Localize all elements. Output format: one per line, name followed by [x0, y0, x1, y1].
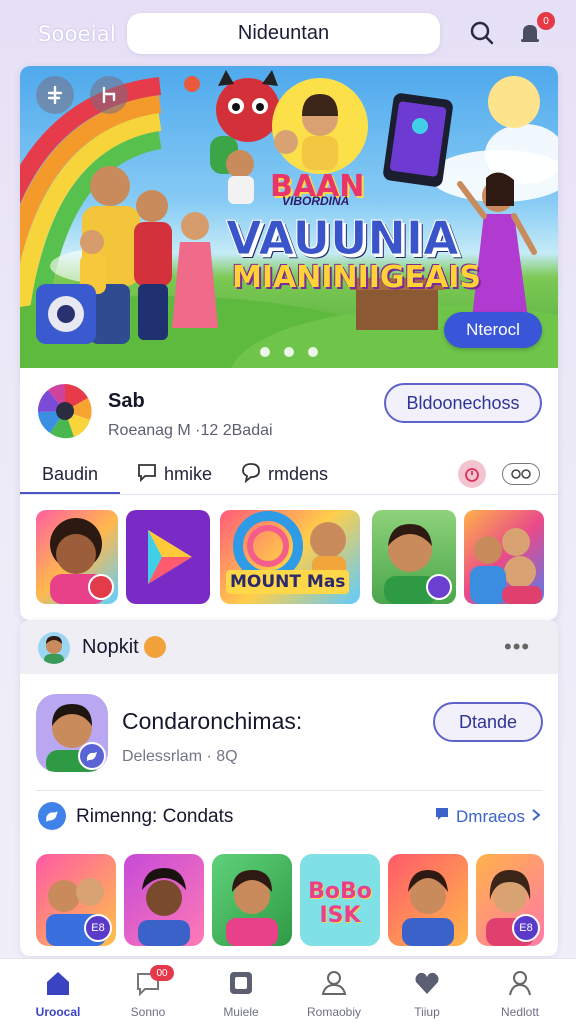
tab-chat[interactable]: hmike: [136, 454, 212, 494]
nav-label: Nedlott: [500, 1005, 540, 1019]
media-badge: [426, 574, 452, 600]
home-icon: [42, 967, 74, 999]
tab-label: hmike: [164, 463, 213, 484]
section-link[interactable]: Dmraeos: [434, 806, 541, 827]
contact-thumb[interactable]: E8: [476, 854, 544, 946]
search-icon[interactable]: [466, 17, 498, 49]
bottom-nav: Uroocal 00 Sonno Muiele Romaobiy Tiiup N…: [0, 958, 576, 1024]
contact-thumb[interactable]: E8: [36, 854, 116, 946]
media-thumb[interactable]: [372, 510, 456, 604]
more-icon[interactable]: •••: [504, 634, 530, 660]
carousel-dot[interactable]: [284, 347, 294, 357]
media-thumb[interactable]: [464, 510, 544, 604]
card-title: Nopkit: [82, 636, 139, 658]
section-link-label: Dmraeos: [456, 806, 525, 826]
search-input[interactable]: Nideuntan: [127, 13, 440, 54]
contact-thumb[interactable]: BoBo ISK: [300, 854, 380, 946]
contact-thumb[interactable]: [124, 854, 204, 946]
tab-bar: Baudin hmike rmdens: [20, 454, 558, 495]
message-icon: [434, 806, 450, 827]
nav-community[interactable]: Romaobiy: [286, 959, 382, 1024]
comment-icon: [240, 461, 262, 488]
contact-action-button[interactable]: Dtande: [433, 702, 543, 742]
nav-home[interactable]: Uroocal: [10, 959, 106, 1024]
tab-label: Baudin: [42, 463, 99, 484]
follow-button[interactable]: Bldoonechoss: [384, 383, 542, 423]
community-icon: [318, 967, 350, 999]
hero-title: VAUUNIA: [226, 211, 460, 266]
contact-thumb-badge: E8: [512, 914, 540, 942]
channel-name: Sab: [108, 390, 145, 412]
tab-label: rmdens: [268, 463, 329, 484]
carousel-dot[interactable]: [260, 347, 270, 357]
contact-meta: Delessrlam · 8Q: [122, 748, 238, 765]
nav-label: Romaobiy: [306, 1005, 362, 1019]
media-thumb[interactable]: MOUNT Mas: [220, 510, 360, 604]
smiley-icon: [144, 636, 166, 658]
carousel-dots[interactable]: [260, 347, 318, 357]
tab-home[interactable]: Baudin: [42, 454, 98, 494]
contacts-row: E8 BoBo ISK E8: [36, 854, 544, 946]
nav-label: Muiele: [223, 1005, 259, 1019]
avatar[interactable]: [38, 632, 70, 664]
nav-label: Sonno: [130, 1005, 166, 1019]
hero-banner[interactable]: BAAN VIBORDINA VAUUNIA MIANINIIGEAIS Nte…: [20, 66, 558, 368]
hero-left-button[interactable]: [36, 76, 74, 114]
hero-cta-button[interactable]: Nterocl: [444, 312, 542, 348]
timer-icon[interactable]: [458, 460, 486, 488]
media-thumb[interactable]: [126, 510, 210, 604]
contacts-card: Nopkit ••• Condaronchimas: Delessrlam · …: [20, 620, 558, 956]
bird-icon: [38, 802, 66, 830]
carousel-dot[interactable]: [308, 347, 318, 357]
channel-meta: Roeanag M ·12 2Badai: [108, 422, 273, 439]
bird-icon: [78, 742, 106, 770]
nav-activity[interactable]: Tiiup: [379, 959, 475, 1024]
nav-badge: 00: [150, 965, 174, 981]
contact-name: Condaronchimas:: [122, 708, 303, 734]
media-badge: [88, 574, 114, 600]
feature-card: BAAN VIBORDINA VAUUNIA MIANINIIGEAIS Nte…: [20, 66, 558, 620]
contact-thumb-title: BoBo ISK: [308, 879, 372, 928]
nav-media[interactable]: Muiele: [193, 959, 289, 1024]
hero-subtitle: MIANINIIGEAIS: [232, 260, 482, 295]
nav-messages[interactable]: 00 Sonno: [100, 959, 196, 1024]
notification-badge: 0: [537, 12, 555, 30]
hero-share-button[interactable]: [90, 76, 128, 114]
top-bar: Sooeial Nideuntan 0: [0, 0, 576, 64]
media-thumb[interactable]: [36, 510, 118, 604]
chat-bubble-icon: [136, 461, 158, 488]
nav-profile[interactable]: Nedlott: [472, 959, 568, 1024]
tab-comments[interactable]: rmdens: [240, 454, 328, 494]
contact-thumb[interactable]: [212, 854, 292, 946]
nav-label: Uroocal: [35, 1005, 81, 1019]
card-header: Nopkit •••: [20, 620, 558, 674]
divider: [20, 494, 558, 495]
app-title: Sooeial: [38, 22, 116, 46]
nav-label: Tiiup: [414, 1005, 440, 1019]
media-icon: [225, 967, 257, 999]
media-row: MOUNT Mas: [36, 510, 544, 604]
divider: [36, 790, 542, 791]
media-thumb-title: MOUNT Mas: [226, 570, 350, 594]
toggle-icon[interactable]: [502, 463, 540, 485]
section-title: Rimenng: Condats: [76, 806, 234, 827]
chat-icon: 00: [132, 965, 174, 999]
profile-icon: [504, 967, 536, 999]
heart-icon: [411, 967, 443, 999]
channel-logo[interactable]: [36, 382, 94, 440]
chevron-right-icon: [531, 807, 541, 827]
contact-thumb-badge: E8: [84, 914, 112, 942]
hero-kicker: VIBORDINA: [282, 194, 350, 208]
contact-thumb[interactable]: [388, 854, 468, 946]
